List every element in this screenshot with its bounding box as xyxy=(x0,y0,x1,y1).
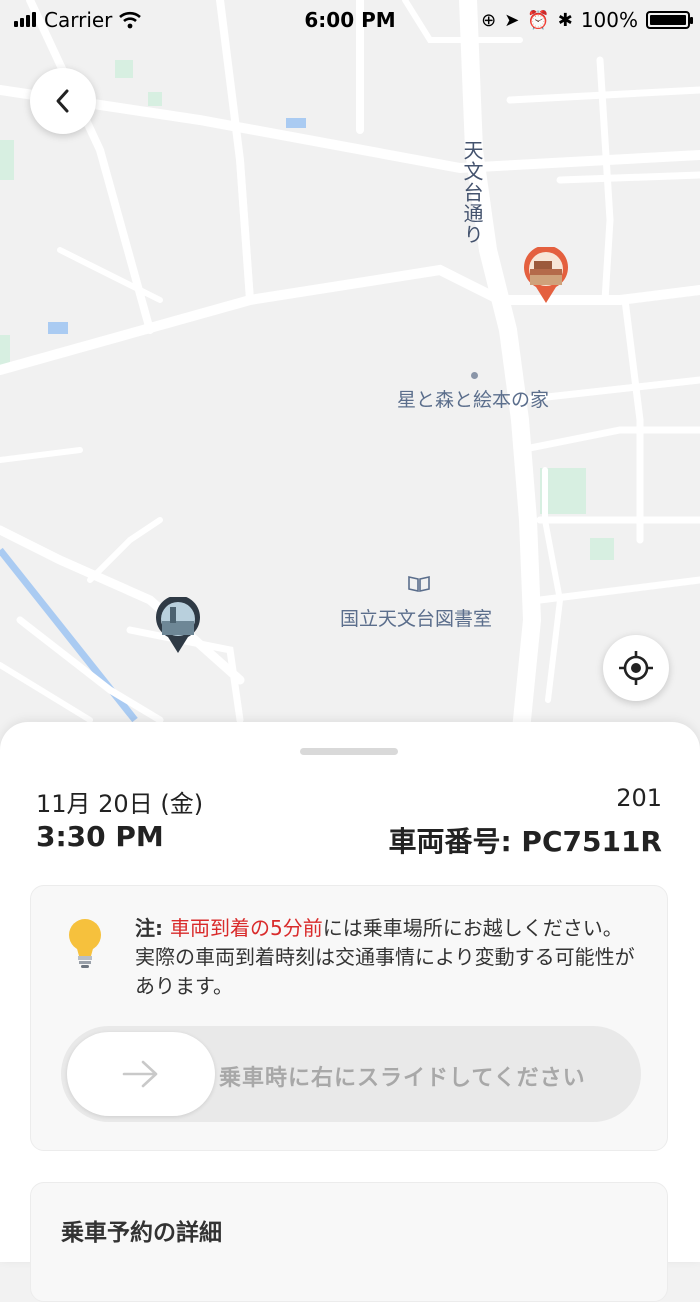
booking-details-title: 乗車予約の詳細 xyxy=(61,1220,222,1246)
notice-text: 注: 車両到着の5分前には乗車場所にお越しください。実際の車両到着時刻は交通事情… xyxy=(135,914,635,1001)
location-arrow-icon: ➤ xyxy=(504,9,520,31)
trip-date: 11月 20日 (金) xyxy=(36,790,204,818)
slider-knob[interactable] xyxy=(67,1032,215,1116)
slider-label: 乗車時に右にスライドしてください xyxy=(219,1066,586,1091)
route-number: 201 xyxy=(616,784,662,812)
vehicle-number: 車両番号: PC7511R xyxy=(388,825,662,858)
chevron-left-icon xyxy=(56,89,69,113)
battery-icon xyxy=(646,11,693,29)
bluetooth-icon: ✱ xyxy=(557,9,573,31)
rotation-lock-icon: ⊕ xyxy=(481,9,497,31)
arrow-right-icon xyxy=(122,1060,158,1088)
trip-time: 3:30 PM xyxy=(36,820,164,853)
locate-me-button[interactable] xyxy=(603,635,669,701)
alarm-icon: ⏰ xyxy=(527,9,550,31)
road-label: 天文台通り xyxy=(460,140,484,245)
notice-card: 注: 車両到着の5分前には乗車場所にお越しください。実際の車両到着時刻は交通事情… xyxy=(30,885,668,1151)
map-roads xyxy=(0,0,700,749)
notice-highlight: 車両到着の5分前 xyxy=(169,916,323,940)
lightbulb-icon xyxy=(67,918,103,974)
status-right: ⊕ ➤ ⏰ ✱ 100% xyxy=(481,8,693,32)
poi-dot xyxy=(471,362,478,384)
status-bar: Carrier 6:00 PM ⊕ ➤ ⏰ ✱ 100% xyxy=(0,0,700,40)
poi-label-library[interactable]: 国立天文台図書室 xyxy=(340,604,492,631)
battery-percent: 100% xyxy=(580,8,638,32)
poi-label-house[interactable]: 星と森と絵本の家 xyxy=(397,385,549,412)
boarding-slider[interactable]: 乗車時に右にスライドしてください xyxy=(61,1026,641,1122)
trip-sheet: 11月 20日 (金) 3:30 PM 201 車両番号: PC7511R 注:… xyxy=(0,722,700,1302)
map-view[interactable]: 天文台通り 星と森と絵本の家 国立天文台図書室 xyxy=(0,0,700,760)
crosshair-icon xyxy=(619,651,653,685)
sheet-handle[interactable] xyxy=(300,748,398,755)
back-button[interactable] xyxy=(30,68,96,134)
notice-prefix: 注: xyxy=(135,916,170,940)
booking-details-card[interactable]: 乗車予約の詳細 xyxy=(30,1182,668,1302)
